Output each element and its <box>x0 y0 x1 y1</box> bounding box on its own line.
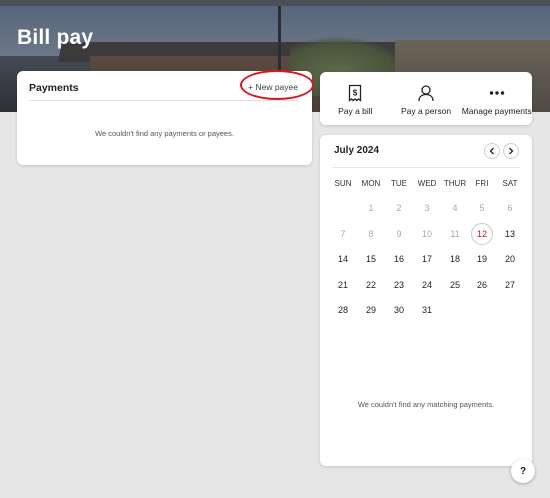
pay-a-bill-button[interactable]: $ Pay a bill <box>320 72 391 125</box>
bill-icon: $ <box>348 84 362 102</box>
calendar-day[interactable]: 28 <box>329 299 357 321</box>
calendar-day[interactable]: 26 <box>468 274 496 296</box>
chevron-left-icon <box>488 142 496 160</box>
calendar-day[interactable]: 3 <box>413 197 441 219</box>
weekday-header: WED <box>417 179 437 188</box>
calendar-day[interactable]: 8 <box>357 223 385 245</box>
weekday-header: SUN <box>334 179 352 188</box>
weekday-header: FRI <box>475 179 489 188</box>
chevron-right-icon <box>507 142 515 160</box>
calendar-day[interactable]: 15 <box>357 248 385 270</box>
weekday-header: TUE <box>391 179 407 188</box>
calendar-month-label: July 2024 <box>334 145 380 156</box>
calendar-day-today[interactable]: 12 <box>471 223 493 245</box>
more-icon <box>488 84 506 102</box>
calendar-day[interactable]: 1 <box>357 197 385 219</box>
payments-title: Payments <box>29 82 79 94</box>
calendar-day[interactable]: 18 <box>441 248 469 270</box>
divider <box>332 167 520 168</box>
calendar-day[interactable]: 2 <box>385 197 413 219</box>
calendar-day[interactable]: 7 <box>329 223 357 245</box>
help-button[interactable]: ? <box>511 459 535 483</box>
weekday-header: THUR <box>443 179 467 188</box>
action-label: Pay a person <box>400 106 452 116</box>
divider <box>29 100 300 101</box>
calendar-day[interactable]: 5 <box>468 197 496 219</box>
calendar-day[interactable]: 16 <box>385 248 413 270</box>
calendar-day[interactable]: 20 <box>496 248 524 270</box>
action-label: Pay a bill <box>338 106 373 116</box>
calendar-day[interactable]: 25 <box>441 274 469 296</box>
calendar-day[interactable]: 13 <box>496 223 524 245</box>
manage-payments-button[interactable]: Manage payments <box>461 72 532 125</box>
calendar-day[interactable]: 24 <box>413 274 441 296</box>
previous-month-button[interactable] <box>484 143 500 159</box>
calendar-day[interactable]: 22 <box>357 274 385 296</box>
calendar-day[interactable]: 27 <box>496 274 524 296</box>
calendar-day[interactable]: 29 <box>357 299 385 321</box>
calendar-day[interactable]: 10 <box>413 223 441 245</box>
weekday-header: SAT <box>502 179 518 188</box>
calendar-day[interactable]: 14 <box>329 248 357 270</box>
person-icon <box>417 84 435 102</box>
calendar-day[interactable]: 11 <box>441 223 469 245</box>
payments-empty-message: We couldn't find any payments or payees. <box>95 129 234 138</box>
calendar-card: July 2024 We couldn't find any matching … <box>320 135 532 466</box>
calendar-day[interactable]: 21 <box>329 274 357 296</box>
calendar-day[interactable]: 19 <box>468 248 496 270</box>
calendar-day[interactable]: 4 <box>441 197 469 219</box>
calendar-day[interactable]: 9 <box>385 223 413 245</box>
action-label: Manage payments <box>461 106 532 116</box>
calendar-day[interactable]: 30 <box>385 299 413 321</box>
weekday-header: MON <box>361 179 381 188</box>
highlight-annotation <box>240 70 314 100</box>
pay-a-person-button[interactable]: Pay a person <box>391 72 462 125</box>
calendar-day[interactable]: 31 <box>413 299 441 321</box>
svg-text:$: $ <box>353 89 358 98</box>
next-month-button[interactable] <box>503 143 519 159</box>
calendar-empty-message: We couldn't find any matching payments. <box>357 400 495 409</box>
calendar-day[interactable]: 6 <box>496 197 524 219</box>
actions-card: $ Pay a bill Pay a person Manage payment… <box>320 72 532 125</box>
calendar-day[interactable]: 23 <box>385 274 413 296</box>
page-title: Bill pay <box>17 26 94 49</box>
calendar-day[interactable]: 17 <box>413 248 441 270</box>
